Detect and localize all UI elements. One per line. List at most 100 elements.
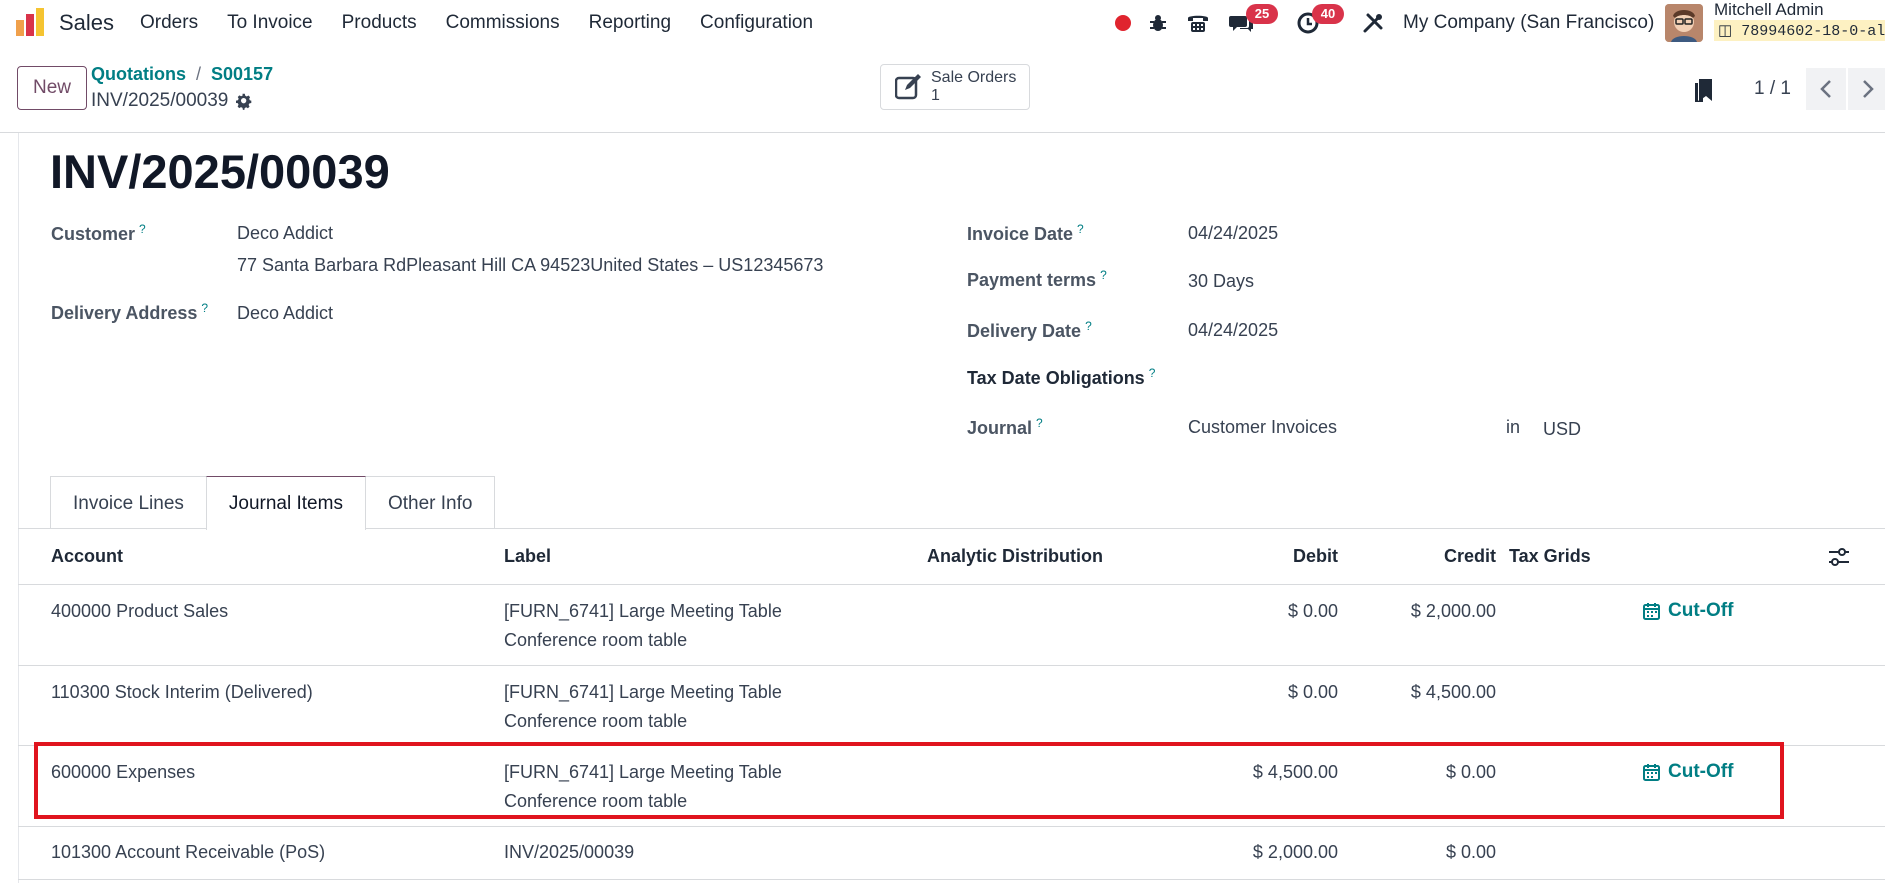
edit-document-icon (895, 74, 921, 100)
row-account: 600000 Expenses (51, 762, 196, 782)
journal-items-header: Account Label Analytic Distribution Debi… (18, 529, 1885, 585)
phone-icon[interactable] (1184, 8, 1212, 38)
row-label-line1: [FURN_6741] Large Meeting Table (504, 601, 782, 621)
smart-button-label: Sale Orders (931, 69, 1017, 86)
tax-date-label: Tax Date Obligations? (967, 366, 1156, 388)
help-icon: ? (1148, 366, 1156, 380)
breadcrumb-order[interactable]: S00157 (211, 64, 273, 84)
user-avatar[interactable] (1665, 4, 1703, 42)
help-icon: ? (1100, 268, 1107, 282)
help-icon: ? (139, 222, 146, 236)
row-credit: $ 0.00 (1445, 842, 1496, 862)
bookmarks-icon[interactable] (1694, 79, 1714, 103)
tools-icon[interactable] (1360, 8, 1386, 38)
row-credit: $ 2,000.00 (1410, 601, 1496, 621)
column-debit[interactable]: Debit (1291, 546, 1338, 567)
column-tax-grids[interactable]: Tax Grids (1509, 546, 1591, 567)
row-label-line1: [FURN_6741] Large Meeting Table (504, 762, 782, 782)
control-panel: New Quotations / S00157 INV/2025/00039 Sal… (0, 46, 1885, 133)
help-icon: ? (201, 301, 209, 315)
main-menu: Orders To Invoice Products Commissions R… (140, 12, 842, 34)
menu-products[interactable]: Products (342, 12, 417, 34)
invoice-date-field[interactable]: 04/24/2025 (1188, 223, 1278, 244)
row-credit: $ 4,500.00 (1410, 682, 1496, 702)
database-name: ◫ 78994602-18-0-all (1714, 20, 1885, 41)
row-credit: $ 0.00 (1445, 762, 1496, 782)
user-name[interactable]: Mitchell Admin (1714, 0, 1824, 20)
delivery-date-field[interactable]: 04/24/2025 (1188, 320, 1278, 341)
table-row[interactable]: 400000 Product Sales [FURN_6741] Large M… (18, 585, 1885, 666)
app-name[interactable]: Sales (59, 10, 114, 36)
column-label[interactable]: Label (504, 546, 551, 567)
help-icon: ? (1036, 416, 1043, 430)
row-debit: $ 4,500.00 (1252, 762, 1338, 782)
notebook-tabs: Invoice Lines Journal Items Other Info (50, 476, 496, 530)
database-icon: ◫ (1718, 23, 1733, 40)
chevron-right-icon (1863, 80, 1874, 98)
tab-journal-items[interactable]: Journal Items (205, 476, 366, 530)
sales-app-icon[interactable] (14, 6, 46, 38)
row-account: 101300 Account Receivable (PoS) (51, 842, 326, 862)
delivery-address-field[interactable]: Deco Addict (237, 303, 333, 324)
customer-address: 77 Santa Barbara RdPleasant Hill CA 9452… (237, 255, 824, 275)
currency-field[interactable]: USD (1543, 419, 1581, 440)
optional-columns-toggle-icon[interactable] (1828, 547, 1850, 567)
row-account: 110300 Stock Interim (Delivered) (51, 682, 313, 702)
row-label-line1: [FURN_6741] Large Meeting Table (504, 682, 782, 702)
invoice-title: INV/2025/00039 (50, 145, 390, 198)
breadcrumb-separator: / (196, 64, 202, 84)
table-row[interactable]: 110300 Stock Interim (Delivered) [FURN_6… (18, 666, 1885, 746)
chevron-left-icon (1820, 80, 1831, 98)
sale-orders-smart-button[interactable]: Sale Orders 1 (880, 64, 1030, 110)
customer-label: Customer? (51, 222, 146, 244)
menu-configuration[interactable]: Configuration (700, 12, 813, 34)
calendar-icon (1643, 603, 1660, 620)
column-credit[interactable]: Credit (1428, 546, 1496, 567)
delivery-date-label: Delivery Date? (967, 319, 1092, 341)
row-debit: $ 2,000.00 (1252, 842, 1338, 862)
activities-clock-icon[interactable]: 40 (1294, 4, 1344, 38)
cutoff-button[interactable]: Cut-Off (1643, 600, 1733, 622)
menu-reporting[interactable]: Reporting (589, 12, 671, 34)
debug-bug-icon[interactable] (1146, 8, 1170, 38)
customer-field[interactable]: Deco Addict (237, 223, 333, 244)
messages-icon[interactable]: 25 (1228, 4, 1278, 38)
row-label-line2: Conference room table (504, 630, 688, 650)
smart-button-count: 1 (931, 87, 940, 104)
top-navbar: Sales Orders To Invoice Products Commiss… (0, 0, 1885, 46)
pager-next-button[interactable] (1848, 68, 1885, 110)
menu-orders[interactable]: Orders (140, 12, 198, 34)
new-button[interactable]: New (17, 66, 87, 110)
record-indicator-icon[interactable] (1112, 8, 1134, 38)
record-name-text: INV/2025/00039 (91, 90, 229, 111)
column-analytic-distribution[interactable]: Analytic Distribution (927, 546, 1103, 567)
company-switcher[interactable]: My Company (San Francisco) (1403, 12, 1654, 34)
table-row[interactable]: 600000 Expenses [FURN_6741] Large Meetin… (18, 746, 1885, 827)
in-label: in (1506, 417, 1521, 437)
pager-value[interactable]: 1 / 1 (1754, 78, 1791, 100)
pager-previous-button[interactable] (1806, 68, 1846, 110)
column-account[interactable]: Account (51, 546, 123, 567)
breadcrumb-quotations[interactable]: Quotations (91, 64, 186, 84)
messages-badge: 25 (1246, 4, 1278, 24)
cutoff-button[interactable]: Cut-Off (1643, 761, 1733, 783)
calendar-icon (1643, 764, 1660, 781)
tab-other-info[interactable]: Other Info (364, 476, 496, 528)
help-icon: ? (1085, 319, 1092, 333)
menu-commissions[interactable]: Commissions (446, 12, 560, 34)
activities-badge: 40 (1312, 4, 1344, 24)
delivery-address-label: Delivery Address? (51, 301, 209, 323)
menu-to-invoice[interactable]: To Invoice (227, 12, 313, 34)
row-label-line1: INV/2025/00039 (504, 842, 635, 862)
breadcrumb: Quotations / S00157 (91, 64, 273, 85)
record-name: INV/2025/00039 (91, 90, 253, 112)
gear-icon[interactable] (236, 93, 253, 110)
row-label-line2: Conference room table (504, 711, 688, 731)
row-label-line2: Conference room table (504, 791, 688, 811)
payment-terms-field[interactable]: 30 Days (1188, 271, 1254, 292)
table-row[interactable]: 101300 Account Receivable (PoS) INV/2025… (18, 827, 1885, 880)
tab-invoice-lines[interactable]: Invoice Lines (50, 476, 207, 528)
help-icon: ? (1077, 222, 1084, 236)
journal-field[interactable]: Customer Invoices (1188, 417, 1337, 438)
invoice-date-label: Invoice Date? (967, 222, 1084, 244)
